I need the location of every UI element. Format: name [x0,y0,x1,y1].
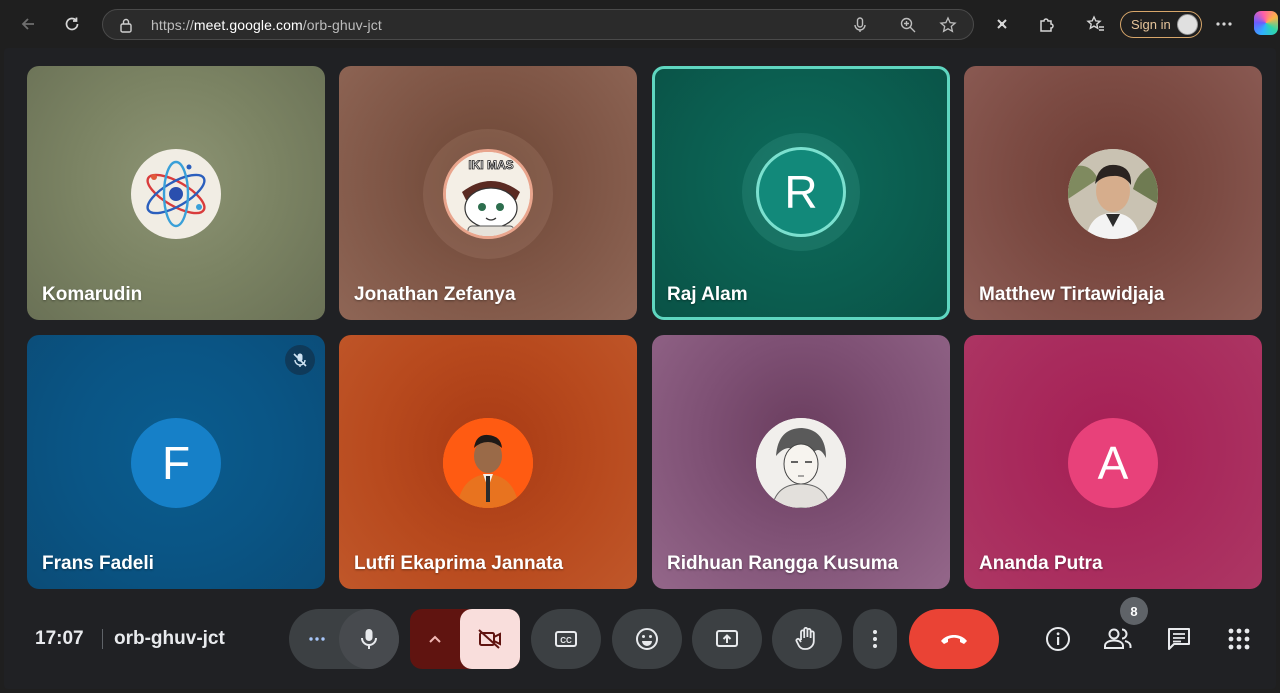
participant-tile[interactable]: Ridhuan Rangga Kusuma [652,335,950,589]
divider [102,629,103,649]
microphone-button[interactable] [339,609,399,669]
svg-text:CC: CC [560,636,572,645]
sign-in-button[interactable]: Sign in [1120,11,1202,38]
reactions-button[interactable] [612,609,682,669]
meeting-time: 17:07 [35,628,84,649]
address-bar[interactable]: https://meet.google.com/orb-ghuv-jct [102,9,974,40]
extension-icon[interactable] [991,13,1013,35]
emoji-icon [636,628,658,650]
participant-name: Lutfi Ekaprima Jannata [354,553,564,574]
chevron-up-icon [429,635,441,643]
microphone-control-group [289,609,399,669]
atom-logo-icon [131,149,221,239]
avatar-meme-text: IKI MAS [468,158,513,172]
participant-tile[interactable]: Komarudin [27,66,325,320]
present-screen-icon [716,630,738,647]
present-screen-button[interactable] [692,609,762,669]
leave-call-button[interactable] [909,609,999,669]
raise-hand-icon [795,627,815,650]
letter-avatar: F [131,418,221,508]
participant-name: Ridhuan Rangga Kusuma [667,553,899,574]
profile-avatar [1177,14,1198,35]
info-icon [1046,627,1070,651]
browser-toolbar: https://meet.google.com/orb-ghuv-jct Sig… [0,0,1280,48]
participant-tile-active-speaker[interactable]: R Raj Alam [652,66,950,320]
microphone-icon [361,629,377,649]
participant-name: Ananda Putra [979,553,1103,574]
participant-name: Komarudin [42,284,143,305]
camera-control-group [410,609,520,669]
participant-count-badge: 8 [1120,597,1148,625]
url-prefix: https:// [151,17,194,33]
letter-avatar: R [756,147,846,237]
vertical-dots-icon [873,630,877,648]
closed-captions-icon: CC [555,631,577,647]
chat-button[interactable] [1157,617,1201,661]
photo-avatar [1068,149,1158,239]
camera-off-button[interactable] [460,609,520,669]
camera-off-icon [478,629,501,649]
favorites-icon[interactable] [1085,13,1107,35]
microphone-permission-icon[interactable] [851,16,869,34]
camera-options-button[interactable] [410,609,460,669]
more-options-button[interactable] [853,609,897,669]
url-host: meet.google.com [193,17,303,33]
reload-icon [65,17,79,31]
favorite-star-icon[interactable] [939,16,957,34]
extensions-puzzle-icon[interactable] [1036,13,1058,35]
back-button[interactable] [14,10,42,38]
participant-tile[interactable]: A Ananda Putra [964,335,1262,589]
raise-hand-button[interactable] [772,609,842,669]
chat-icon [1168,628,1190,650]
lock-icon [119,17,133,38]
cartoon-meme-avatar: IKI MAS [443,149,533,239]
participant-tile[interactable]: Matthew Tirtawidjaja [964,66,1262,320]
participant-name: Raj Alam [667,284,748,305]
participant-tile[interactable]: F Frans Fadeli [27,335,325,589]
meet-stage: Komarudin IKI MAS Jonathan Zefanya R Raj… [4,48,1276,689]
audio-settings-button[interactable] [297,609,337,669]
end-call-icon [941,635,967,644]
muted-microphone-icon [285,345,315,375]
sign-in-label: Sign in [1131,17,1171,32]
meeting-details-button[interactable] [1036,617,1080,661]
activities-button[interactable] [1217,617,1261,661]
participant-name: Jonathan Zefanya [354,284,516,305]
apps-grid-icon [1228,628,1250,650]
url-text: https://meet.google.com/orb-ghuv-jct [151,17,382,33]
people-icon [1104,628,1132,649]
photo-avatar [443,418,533,508]
url-path: /orb-ghuv-jct [302,17,382,33]
copilot-icon[interactable] [1254,11,1278,35]
reload-button[interactable] [58,10,86,38]
more-menu-icon[interactable] [1213,13,1235,35]
captions-button[interactable]: CC [531,609,601,669]
zoom-icon[interactable] [899,16,917,34]
anime-sketch-avatar [756,418,846,508]
participant-name: Frans Fadeli [42,553,154,574]
meeting-code: orb-ghuv-jct [114,628,225,649]
participant-name: Matthew Tirtawidjaja [979,284,1165,305]
letter-avatar: A [1068,418,1158,508]
participant-tile[interactable]: Lutfi Ekaprima Jannata [339,335,637,589]
participant-tile[interactable]: IKI MAS Jonathan Zefanya [339,66,637,320]
back-arrow-icon [21,18,34,30]
more-dots-icon [309,637,325,641]
